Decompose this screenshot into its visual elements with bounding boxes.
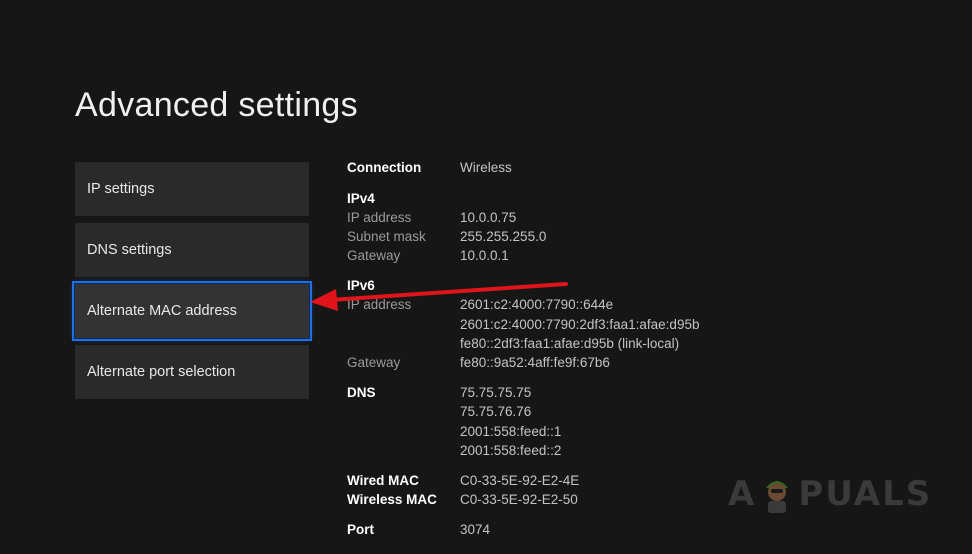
ip-settings-button[interactable]: IP settings	[75, 162, 309, 216]
ip-address-label: IP address	[347, 210, 412, 225]
appuals-watermark: A PUALS	[728, 474, 932, 514]
watermark-text-left: A	[728, 474, 757, 514]
dns-settings-button[interactable]: DNS settings	[75, 223, 309, 277]
ipv6-address-2: 2601:c2:4000:7790:2df3:faa1:afae:d95b	[460, 317, 700, 332]
ip-address-value: 10.0.0.75	[460, 210, 517, 225]
gateway6-label: Gateway	[347, 355, 401, 370]
ipv6-address-label: IP address	[347, 297, 412, 312]
wireless-mac-label: Wireless MAC	[347, 492, 437, 507]
gateway4-label: Gateway	[347, 248, 401, 263]
connection-value: Wireless	[460, 160, 512, 175]
gateway4-value: 10.0.0.1	[460, 248, 509, 263]
ipv4-header: IPv4	[347, 191, 375, 206]
watermark-text-right: PUALS	[798, 474, 933, 514]
dns-label: DNS	[347, 385, 376, 400]
mascot-icon	[766, 481, 789, 513]
ipv6-header: IPv6	[347, 278, 375, 293]
dns-value-4: 2001:558:feed::2	[460, 443, 562, 458]
subnet-mask-value: 255.255.255.0	[460, 229, 547, 244]
port-value: 3074	[460, 522, 491, 537]
wired-mac-label: Wired MAC	[347, 473, 419, 488]
ipv6-address-1: 2601:c2:4000:7790::644e	[460, 297, 614, 312]
wired-mac-value: C0-33-5E-92-E2-4E	[460, 473, 580, 488]
dns-value-2: 75.75.76.76	[460, 404, 532, 419]
dns-value-3: 2001:558:feed::1	[460, 424, 562, 439]
ipv6-address-3: fe80::2df3:faa1:afae:d95b (link-local)	[460, 336, 680, 351]
gateway6-value: fe80::9a52:4aff:fe9f:67b6	[460, 355, 610, 370]
alternate-port-selection-button[interactable]: Alternate port selection	[75, 345, 309, 399]
dns-value-1: 75.75.75.75	[460, 385, 532, 400]
settings-menu: IP settings DNS settings Alternate MAC a…	[72, 162, 312, 406]
subnet-mask-label: Subnet mask	[347, 229, 426, 244]
port-label: Port	[347, 522, 374, 537]
page-title: Advanced settings	[75, 86, 358, 124]
alternate-mac-address-button[interactable]: Alternate MAC address	[72, 281, 312, 341]
wireless-mac-value: C0-33-5E-92-E2-50	[460, 492, 578, 507]
connection-label: Connection	[347, 160, 422, 175]
